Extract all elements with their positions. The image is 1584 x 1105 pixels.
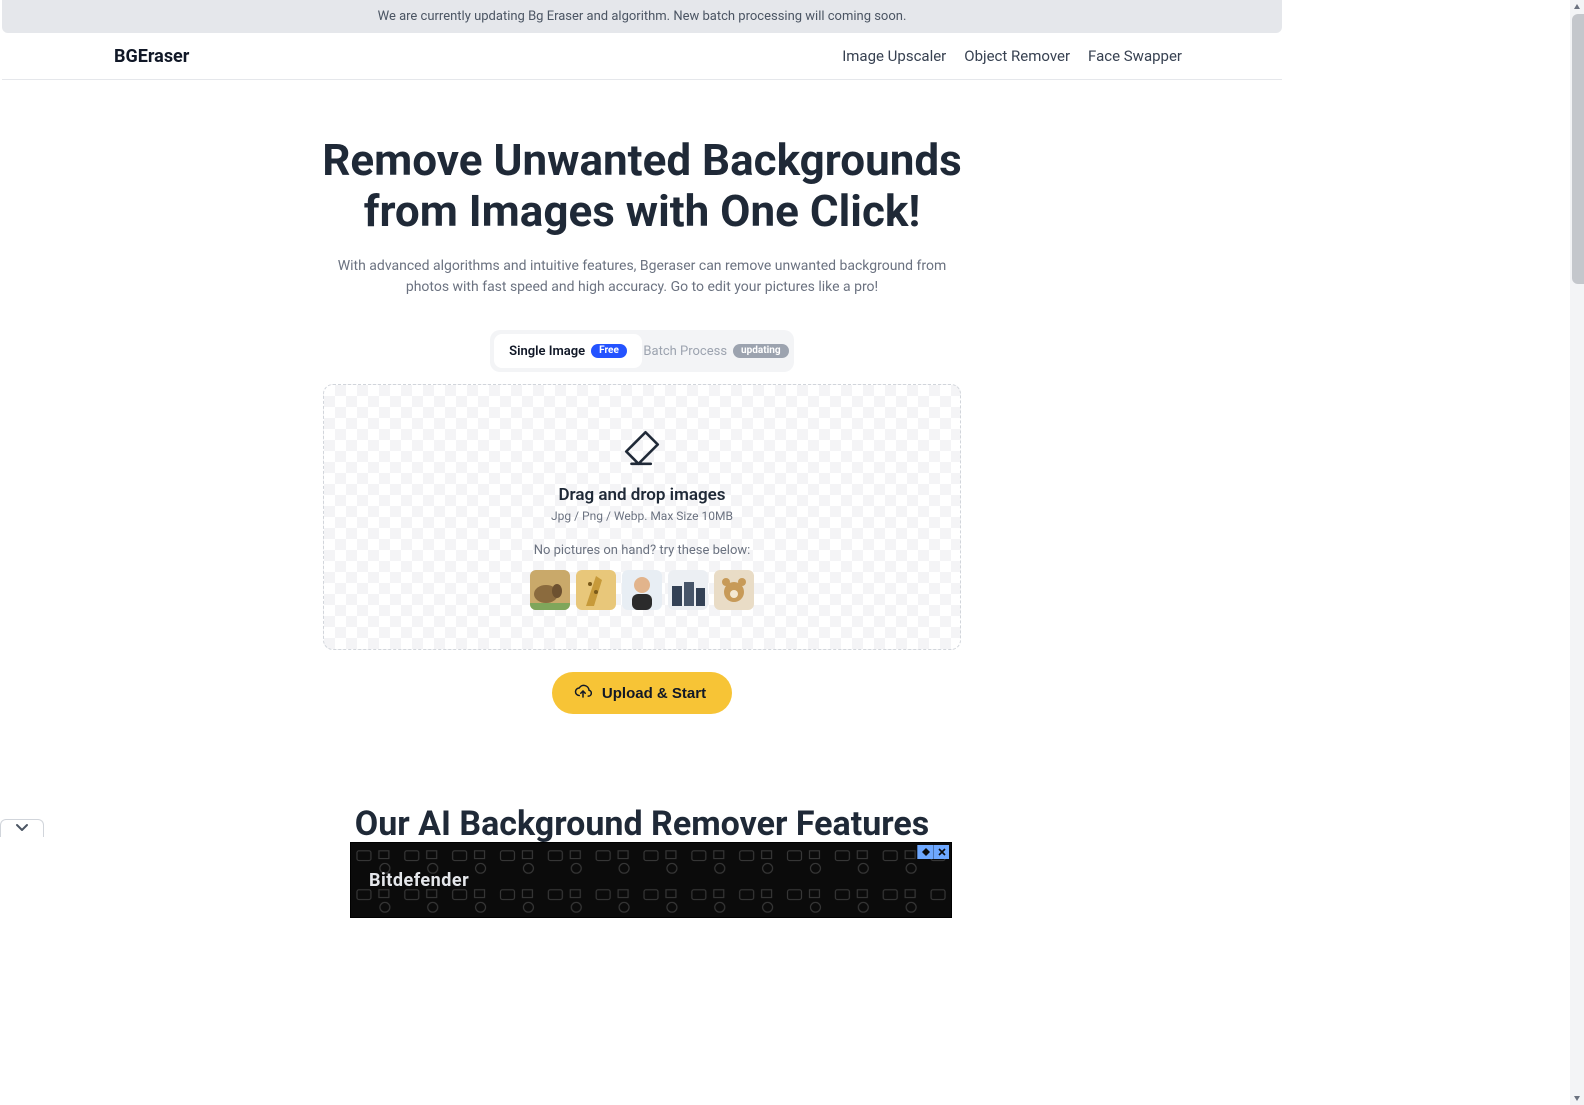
features-title: Our AI Background Remover Features: [2, 804, 1282, 844]
scrollbar-thumb[interactable]: [1572, 14, 1584, 284]
scrollbar-arrow-down[interactable]: [1570, 1091, 1584, 1105]
sample-thumb-elephant[interactable]: [530, 570, 570, 610]
announcement-text: We are currently updating Bg Eraser and …: [378, 9, 907, 24]
cloud-upload-icon: [574, 682, 592, 704]
nav-link-face-swapper[interactable]: Face Swapper: [1088, 47, 1182, 65]
upload-start-label: Upload & Start: [602, 685, 706, 702]
sample-thumb-teddy[interactable]: [714, 570, 754, 610]
badge-free: Free: [591, 344, 627, 358]
badge-updating: updating: [733, 344, 789, 358]
vertical-scrollbar[interactable]: [1570, 0, 1584, 1105]
eraser-icon: [621, 425, 663, 471]
ad-info-button[interactable]: [917, 845, 933, 859]
tab-single-image[interactable]: Single Image Free: [494, 334, 642, 368]
tab-batch-process-label: Batch Process: [643, 344, 727, 359]
ad-banner[interactable]: Bitdefender: [350, 842, 952, 918]
sample-thumb-person[interactable]: [622, 570, 662, 610]
sample-thumb-office[interactable]: [668, 570, 708, 610]
scrollbar-arrow-up[interactable]: [1570, 0, 1584, 14]
sample-thumb-giraffe[interactable]: [576, 570, 616, 610]
mode-toggle: Single Image Free Batch Process updating: [490, 330, 794, 372]
ad-brand-label: Bitdefender: [369, 870, 469, 891]
tab-single-image-label: Single Image: [509, 344, 585, 359]
nav-link-image-upscaler[interactable]: Image Upscaler: [842, 47, 946, 65]
upload-start-button[interactable]: Upload & Start: [552, 672, 732, 714]
dropzone-title: Drag and drop images: [558, 485, 725, 505]
expand-tab[interactable]: [0, 819, 44, 837]
tab-batch-process[interactable]: Batch Process updating: [642, 334, 790, 368]
nav-link-object-remover[interactable]: Object Remover: [964, 47, 1070, 65]
ad-close-button[interactable]: [933, 845, 949, 859]
top-nav: BGEraser Image Upscaler Object Remover F…: [2, 33, 1282, 80]
brand-logo[interactable]: BGEraser: [114, 46, 189, 67]
dropzone-try-text: No pictures on hand? try these below:: [534, 543, 751, 558]
dropzone-meta: Jpg / Png / Webp. Max Size 10MB: [551, 509, 733, 523]
sample-thumbnails: [530, 570, 754, 610]
chevron-down-icon: [15, 822, 29, 835]
dropzone[interactable]: Drag and drop images Jpg / Png / Webp. M…: [323, 384, 961, 650]
announcement-banner: We are currently updating Bg Eraser and …: [2, 0, 1282, 33]
scrollbar-track[interactable]: [1570, 14, 1584, 1091]
hero-title: Remove Unwanted Backgrounds from Images …: [282, 135, 1002, 236]
nav-links: Image Upscaler Object Remover Face Swapp…: [842, 47, 1182, 65]
hero-subtitle: With advanced algorithms and intuitive f…: [322, 256, 962, 298]
